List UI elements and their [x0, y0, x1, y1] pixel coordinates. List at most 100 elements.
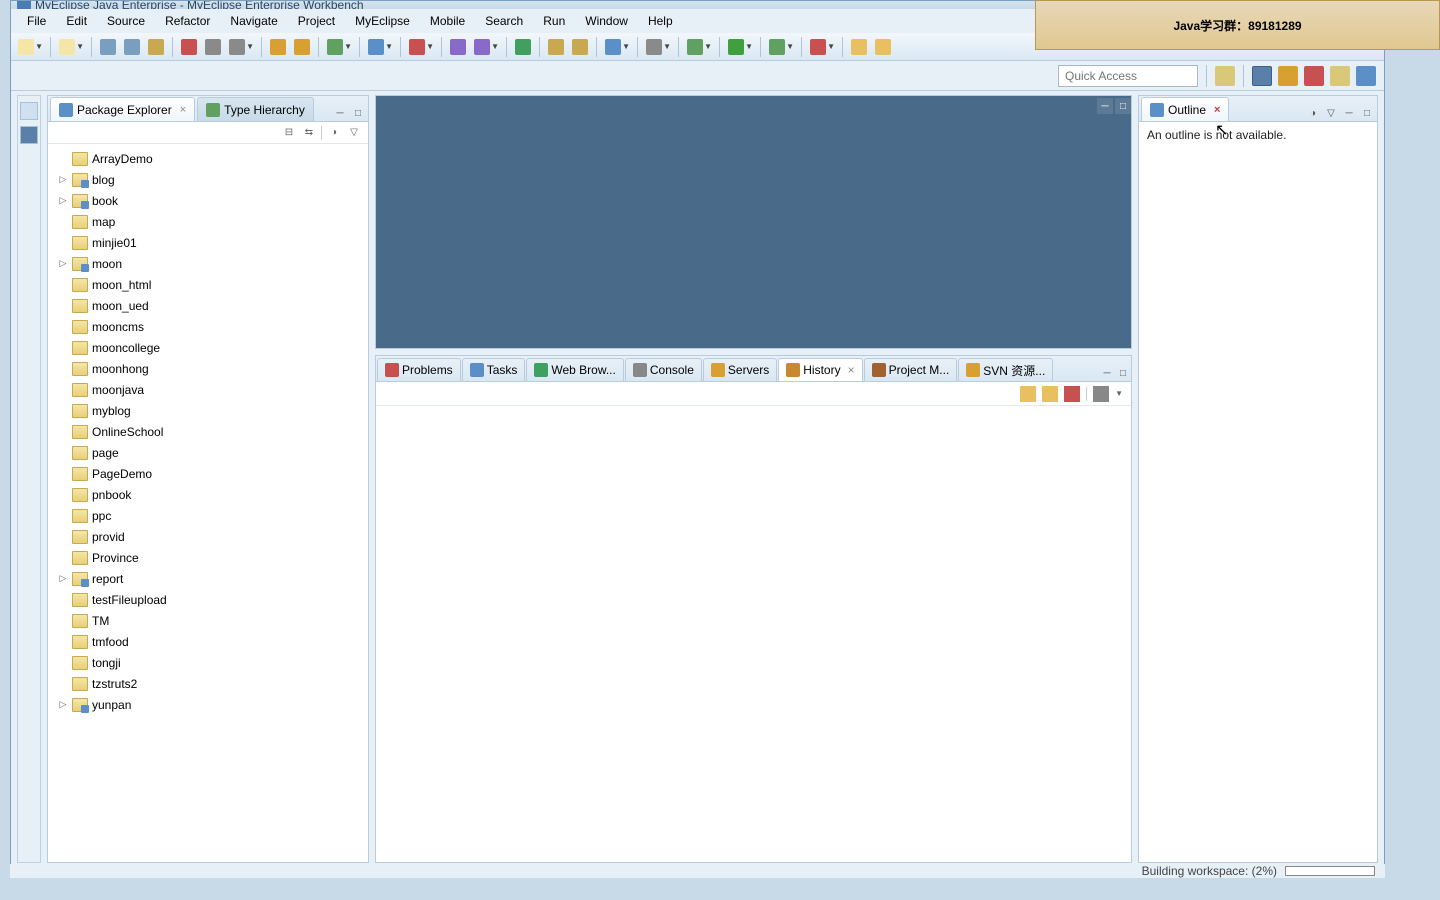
- project-map[interactable]: map: [50, 211, 366, 232]
- menu-edit[interactable]: Edit: [56, 11, 97, 31]
- tab-problems[interactable]: Problems: [377, 358, 461, 381]
- project-moon[interactable]: ▷moon: [50, 253, 366, 274]
- project-OnlineSchool[interactable]: OnlineSchool: [50, 421, 366, 442]
- myeclipse-perspective-button[interactable]: [1252, 66, 1272, 86]
- close-icon[interactable]: ×: [848, 363, 855, 377]
- close-icon[interactable]: ×: [180, 104, 186, 116]
- project-mooncms[interactable]: mooncms: [50, 316, 366, 337]
- undo-button[interactable]: [267, 36, 289, 58]
- dropdown-arrow-icon[interactable]: ▼: [1115, 389, 1123, 398]
- view-menu-button[interactable]: ▽: [346, 125, 362, 141]
- tab-projectm[interactable]: Project M...: [864, 358, 958, 381]
- folder1[interactable]: [848, 36, 870, 58]
- pin-button[interactable]: [1064, 386, 1080, 402]
- tab-webbrow[interactable]: Web Brow...: [526, 358, 623, 381]
- tab-package-explorer[interactable]: Package Explorer ×: [50, 97, 195, 121]
- link-button[interactable]: [1042, 386, 1058, 402]
- tool8[interactable]: [447, 36, 469, 58]
- project-blog[interactable]: ▷blog: [50, 169, 366, 190]
- minimize-button[interactable]: ─: [1097, 98, 1113, 114]
- project-provid[interactable]: provid: [50, 526, 366, 547]
- project-moonjava[interactable]: moonjava: [50, 379, 366, 400]
- tool1[interactable]: [178, 36, 200, 58]
- tool9[interactable]: ▼: [471, 36, 493, 58]
- tool10[interactable]: ▼: [602, 36, 624, 58]
- save-button[interactable]: [97, 36, 119, 58]
- editor-area[interactable]: ─ □: [375, 95, 1132, 349]
- save-all-button[interactable]: [121, 36, 143, 58]
- project-TM[interactable]: TM: [50, 610, 366, 631]
- project-ArrayDemo[interactable]: ArrayDemo: [50, 148, 366, 169]
- perspective-button[interactable]: [1356, 66, 1376, 86]
- expand-arrow-icon[interactable]: ▷: [58, 174, 68, 185]
- project-Province[interactable]: Province: [50, 547, 366, 568]
- menu-project[interactable]: Project: [288, 11, 345, 31]
- project-moon_html[interactable]: moon_html: [50, 274, 366, 295]
- project-minjie01[interactable]: minjie01: [50, 232, 366, 253]
- refresh-button[interactable]: [1020, 386, 1036, 402]
- expand-arrow-icon[interactable]: ▷: [58, 258, 68, 269]
- tab-tasks[interactable]: Tasks: [462, 358, 526, 381]
- menu-navigate[interactable]: Navigate: [220, 11, 287, 31]
- project-book[interactable]: ▷book: [50, 190, 366, 211]
- project-moon_ued[interactable]: moon_ued: [50, 295, 366, 316]
- menu-run[interactable]: Run: [533, 11, 575, 31]
- ext1[interactable]: ▼: [766, 36, 788, 58]
- minimize-button[interactable]: ─: [1099, 365, 1115, 381]
- link-editor-button[interactable]: ⇆: [301, 125, 317, 141]
- web-button[interactable]: [512, 36, 534, 58]
- minimize-button[interactable]: ─: [332, 105, 348, 121]
- project-pnbook[interactable]: pnbook: [50, 484, 366, 505]
- project-mooncollege[interactable]: mooncollege: [50, 337, 366, 358]
- maximize-button[interactable]: □: [1115, 98, 1131, 114]
- browse2[interactable]: [569, 36, 591, 58]
- print-button[interactable]: [145, 36, 167, 58]
- redo-button[interactable]: [291, 36, 313, 58]
- menu-mobile[interactable]: Mobile: [420, 11, 475, 31]
- project-page[interactable]: page: [50, 442, 366, 463]
- view-menu-button[interactable]: ▽: [1323, 105, 1339, 121]
- menu-search[interactable]: Search: [475, 11, 533, 31]
- project-report[interactable]: ▷report: [50, 568, 366, 589]
- project-ppc[interactable]: ppc: [50, 505, 366, 526]
- project-tmfood[interactable]: tmfood: [50, 631, 366, 652]
- new-menu[interactable]: ▼: [56, 36, 78, 58]
- expand-arrow-icon[interactable]: ▷: [58, 699, 68, 710]
- tool11[interactable]: ▼: [643, 36, 665, 58]
- project-yunpan[interactable]: ▷yunpan: [50, 694, 366, 715]
- tab-svn[interactable]: SVN 资源...: [958, 358, 1053, 381]
- new-button[interactable]: ▼: [15, 36, 37, 58]
- expand-arrow-icon[interactable]: ▷: [58, 573, 68, 584]
- folder2[interactable]: [872, 36, 894, 58]
- tool3[interactable]: ▼: [226, 36, 248, 58]
- run-button[interactable]: ▼: [725, 36, 747, 58]
- quick-access-input[interactable]: [1058, 65, 1198, 87]
- project-moonhong[interactable]: moonhong: [50, 358, 366, 379]
- tool6[interactable]: ▼: [365, 36, 387, 58]
- perspective-button[interactable]: [1304, 66, 1324, 86]
- project-PageDemo[interactable]: PageDemo: [50, 463, 366, 484]
- perspective-button[interactable]: [1330, 66, 1350, 86]
- collapse-all-button[interactable]: ⊟: [281, 125, 297, 141]
- browse1[interactable]: [545, 36, 567, 58]
- maximize-button[interactable]: □: [1115, 365, 1131, 381]
- tool2[interactable]: [202, 36, 224, 58]
- menu-refactor[interactable]: Refactor: [155, 11, 220, 31]
- tab-history[interactable]: History×: [778, 358, 862, 381]
- tool5[interactable]: ▼: [324, 36, 346, 58]
- ext2[interactable]: ▼: [807, 36, 829, 58]
- menu-help[interactable]: Help: [638, 11, 683, 31]
- project-tzstruts2[interactable]: tzstruts2: [50, 673, 366, 694]
- menu-window[interactable]: Window: [575, 11, 638, 31]
- group-button[interactable]: [1093, 386, 1109, 402]
- tool7[interactable]: ▼: [406, 36, 428, 58]
- restore-view-button[interactable]: [20, 102, 38, 120]
- open-perspective-button[interactable]: [1215, 66, 1235, 86]
- project-tongji[interactable]: tongji: [50, 652, 366, 673]
- menu-myeclipse[interactable]: MyEclipse: [345, 11, 420, 31]
- progress-bar[interactable]: [1285, 866, 1375, 876]
- maximize-button[interactable]: □: [350, 105, 366, 121]
- menu-source[interactable]: Source: [97, 11, 155, 31]
- focus-task-button[interactable]: ◑: [326, 125, 342, 141]
- tab-type-hierarchy[interactable]: Type Hierarchy: [197, 97, 314, 121]
